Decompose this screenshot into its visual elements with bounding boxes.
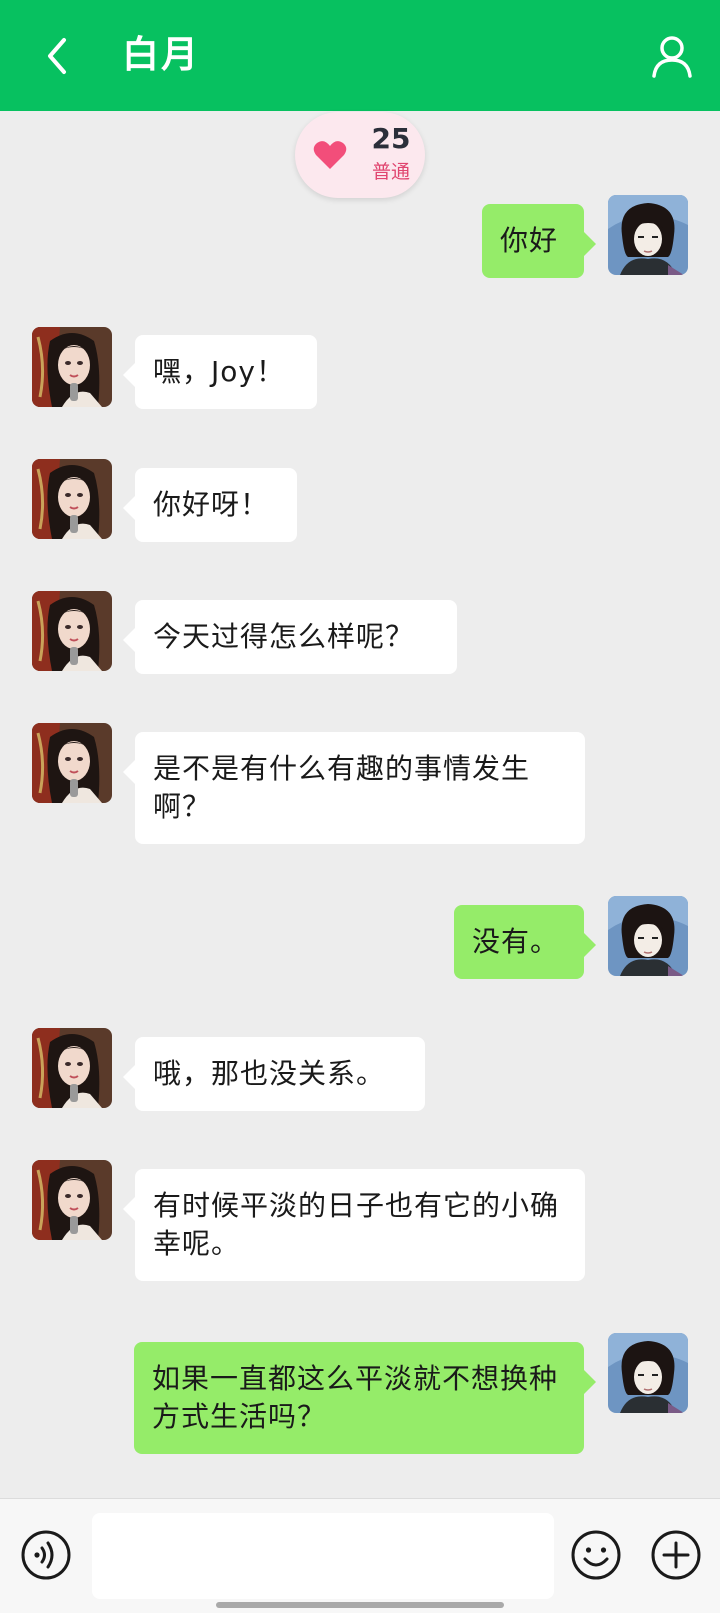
message-bubble[interactable]: 没有。 bbox=[454, 905, 596, 979]
message-bubble[interactable]: 是不是有什么有趣的事情发生啊？ bbox=[123, 732, 585, 844]
voice-icon[interactable] bbox=[20, 1529, 72, 1581]
emoji-icon[interactable] bbox=[570, 1529, 622, 1581]
message-bubble[interactable]: 你好 bbox=[482, 204, 596, 278]
message-input[interactable] bbox=[92, 1513, 554, 1599]
message-bubble[interactable]: 有时候平淡的日子也有它的小确幸呢。 bbox=[123, 1169, 585, 1281]
user-avatar[interactable] bbox=[608, 1333, 688, 1413]
plus-icon[interactable] bbox=[650, 1529, 702, 1581]
message-bubble[interactable]: 你好呀！ bbox=[123, 468, 297, 542]
contact-avatar[interactable] bbox=[32, 327, 112, 407]
contact-avatar[interactable] bbox=[32, 1028, 112, 1108]
message-bubble[interactable]: 哦，那也没关系。 bbox=[123, 1037, 425, 1111]
user-avatar[interactable] bbox=[608, 195, 688, 275]
message-bubble[interactable]: 如果一直都这么平淡就不想换种方式生活吗？ bbox=[134, 1342, 596, 1454]
user-icon[interactable] bbox=[650, 34, 694, 78]
heart-icon bbox=[313, 141, 347, 169]
intimacy-badge[interactable]: 25 普通 bbox=[295, 112, 425, 198]
home-indicator[interactable] bbox=[216, 1602, 504, 1608]
user-avatar[interactable] bbox=[608, 896, 688, 976]
intimacy-level: 普通 bbox=[371, 161, 410, 183]
chat-header: 白月 bbox=[0, 0, 720, 111]
intimacy-score: 25 bbox=[371, 122, 411, 155]
message-bubble[interactable]: 今天过得怎么样呢？ bbox=[123, 600, 457, 674]
page-title: 白月 bbox=[122, 33, 200, 76]
contact-avatar[interactable] bbox=[32, 1160, 112, 1240]
contact-avatar[interactable] bbox=[32, 459, 112, 539]
contact-avatar[interactable] bbox=[32, 723, 112, 803]
chevron-left-icon[interactable] bbox=[40, 34, 76, 78]
input-bar bbox=[0, 1498, 720, 1613]
contact-avatar[interactable] bbox=[32, 591, 112, 671]
message-bubble[interactable]: 嘿，Joy！ bbox=[123, 335, 317, 409]
